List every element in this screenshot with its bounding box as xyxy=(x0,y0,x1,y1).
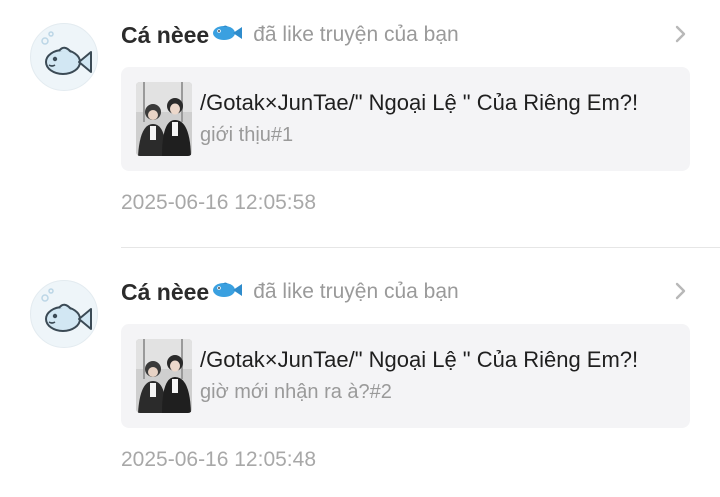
blue-fish-icon xyxy=(211,280,243,305)
user-avatar[interactable] xyxy=(30,280,98,348)
timestamp: 2025-06-16 12:05:58 xyxy=(121,191,316,214)
username[interactable]: Cá nèee xyxy=(121,22,209,49)
chevron-right-icon[interactable] xyxy=(672,281,690,306)
story-card[interactable]: /Gotak×JunTae/" Ngoại Lệ " Của Riêng Em?… xyxy=(121,324,690,428)
fish-avatar-icon xyxy=(41,288,92,332)
story-card[interactable]: /Gotak×JunTae/" Ngoại Lệ " Của Riêng Em?… xyxy=(121,67,690,171)
divider xyxy=(121,247,720,248)
notification-item[interactable]: Cá nèee đã like truyện của bạn /Gotak×Ju… xyxy=(0,257,720,497)
timestamp: 2025-06-16 12:05:48 xyxy=(121,448,316,471)
story-title: /Gotak×JunTae/" Ngoại Lệ " Của Riêng Em?… xyxy=(200,347,639,372)
user-avatar[interactable] xyxy=(30,23,98,91)
username[interactable]: Cá nèee xyxy=(121,279,209,306)
notification-header: Cá nèee đã like truyện của bạn xyxy=(121,277,459,307)
chapter-title: giờ mới nhận ra à?#2 xyxy=(200,381,392,403)
notification-header: Cá nèee đã like truyện của bạn xyxy=(121,20,459,50)
fish-avatar-icon xyxy=(41,31,92,75)
chevron-right-icon[interactable] xyxy=(672,24,690,49)
story-cover-thumbnail xyxy=(136,82,192,156)
notification-action-text: đã like truyện của bạn xyxy=(253,23,459,46)
notification-action-text: đã like truyện của bạn xyxy=(253,280,459,303)
chapter-title: giới thịu#1 xyxy=(200,124,294,146)
notification-item[interactable]: Cá nèee đã like truyện của bạn /Gotak×Ju… xyxy=(0,0,720,240)
story-title: /Gotak×JunTae/" Ngoại Lệ " Của Riêng Em?… xyxy=(200,90,639,115)
blue-fish-icon xyxy=(211,23,243,48)
story-cover-thumbnail xyxy=(136,339,192,413)
